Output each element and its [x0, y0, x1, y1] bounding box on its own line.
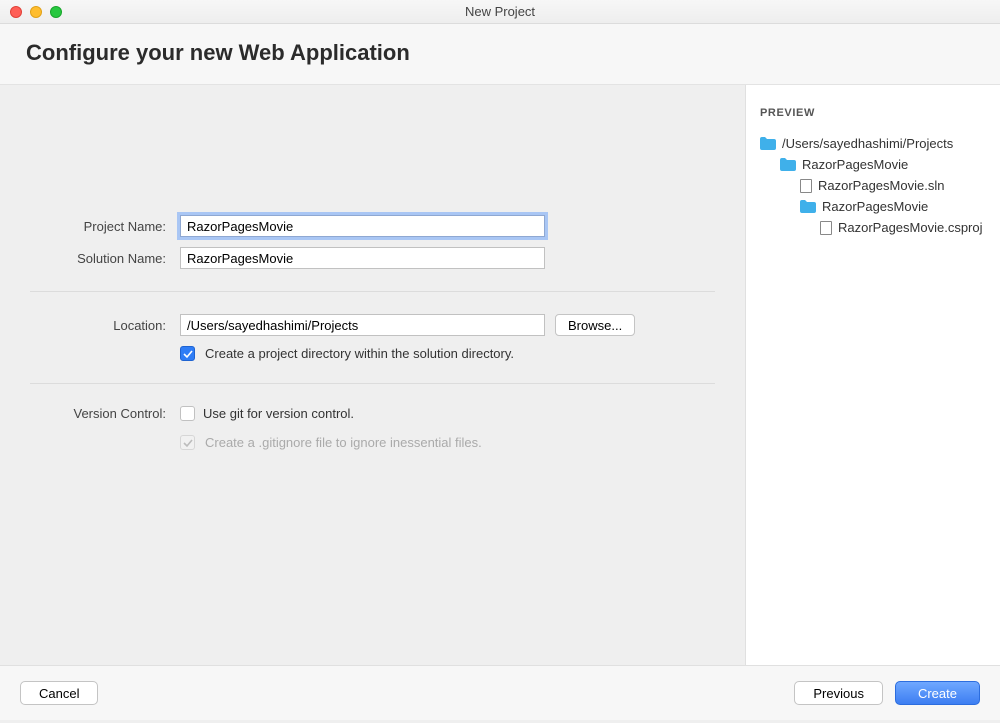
footer: Cancel Previous Create	[0, 665, 1000, 720]
divider	[30, 291, 715, 292]
gitignore-label: Create a .gitignore file to ignore iness…	[205, 435, 482, 450]
solution-name-input[interactable]	[180, 247, 545, 269]
folder-icon	[760, 137, 776, 150]
tree-label: RazorPagesMovie	[802, 157, 908, 172]
use-git-checkbox[interactable]	[180, 406, 195, 421]
use-git-label: Use git for version control.	[203, 406, 354, 421]
browse-button[interactable]: Browse...	[555, 314, 635, 336]
page-title: Configure your new Web Application	[26, 40, 974, 66]
folder-icon	[800, 200, 816, 213]
tree-label: RazorPagesMovie	[822, 199, 928, 214]
gitignore-checkbox	[180, 435, 195, 450]
titlebar: New Project	[0, 0, 1000, 24]
preview-tree: /Users/sayedhashimi/Projects RazorPagesM…	[760, 133, 986, 238]
previous-button[interactable]: Previous	[794, 681, 883, 705]
preview-panel: PREVIEW /Users/sayedhashimi/Projects Raz…	[745, 85, 1000, 665]
tree-file: RazorPagesMovie.sln	[800, 175, 986, 196]
close-icon[interactable]	[10, 6, 22, 18]
project-name-input[interactable]	[180, 215, 545, 237]
form-area: Project Name: Solution Name: Location: B…	[0, 85, 745, 665]
solution-name-label: Solution Name:	[30, 251, 180, 266]
version-control-label: Version Control:	[30, 406, 180, 421]
create-dir-label: Create a project directory within the so…	[205, 346, 514, 361]
tree-file: RazorPagesMovie.csproj	[820, 217, 986, 238]
folder-icon	[780, 158, 796, 171]
header: Configure your new Web Application	[0, 24, 1000, 85]
tree-folder: /Users/sayedhashimi/Projects	[760, 133, 986, 154]
file-icon	[800, 179, 812, 193]
tree-label: RazorPagesMovie.sln	[818, 178, 944, 193]
location-input[interactable]	[180, 314, 545, 336]
minimize-icon[interactable]	[30, 6, 42, 18]
file-icon	[820, 221, 832, 235]
divider	[30, 383, 715, 384]
tree-folder: RazorPagesMovie	[800, 196, 986, 217]
create-button[interactable]: Create	[895, 681, 980, 705]
tree-folder: RazorPagesMovie	[780, 154, 986, 175]
cancel-button[interactable]: Cancel	[20, 681, 98, 705]
window-title: New Project	[0, 4, 1000, 19]
check-icon	[183, 349, 193, 359]
traffic-lights	[10, 6, 62, 18]
tree-label: /Users/sayedhashimi/Projects	[782, 136, 953, 151]
preview-title: PREVIEW	[760, 107, 986, 119]
project-name-label: Project Name:	[30, 219, 180, 234]
create-dir-checkbox[interactable]	[180, 346, 195, 361]
maximize-icon[interactable]	[50, 6, 62, 18]
tree-label: RazorPagesMovie.csproj	[838, 220, 983, 235]
location-label: Location:	[30, 318, 180, 333]
check-icon	[183, 438, 193, 448]
